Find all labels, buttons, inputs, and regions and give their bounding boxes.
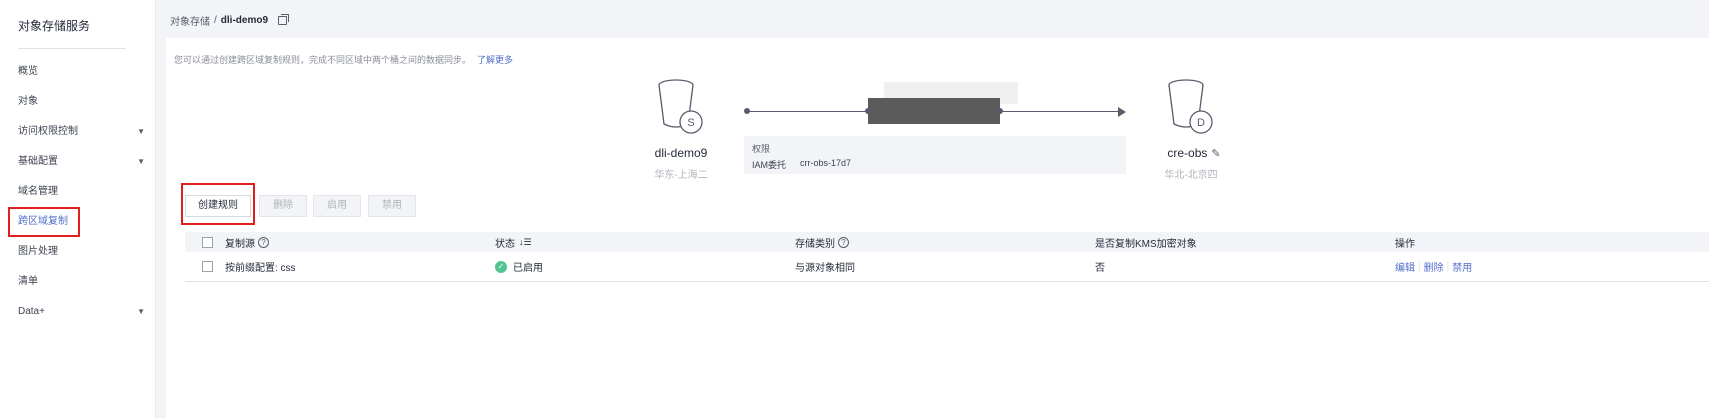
- chevron-down-icon: ▼: [137, 157, 145, 166]
- delete-link[interactable]: 删除: [1424, 259, 1444, 274]
- sidebar-item-inventory[interactable]: 清单: [0, 269, 155, 295]
- sidebar-item-basic-config[interactable]: 基础配置 ▼: [0, 149, 155, 175]
- target-bucket-region: 华北-北京四: [1164, 170, 1218, 181]
- target-bucket-name-wrapper: cre-obs ✎: [1154, 146, 1234, 160]
- help-icon[interactable]: ?: [838, 236, 849, 248]
- check-circle-icon: ✓: [495, 260, 507, 273]
- breadcrumb-current: dli-demo9: [220, 15, 269, 26]
- permission-label: IAM委托: [752, 160, 787, 170]
- breadcrumb: 对象存储 / dli-demo9: [170, 13, 290, 28]
- edit-link[interactable]: 编辑: [1395, 259, 1415, 274]
- sidebar-item-access-control[interactable]: 访问权限控制 ▼: [0, 119, 155, 145]
- edit-icon[interactable]: ✎: [1211, 147, 1220, 160]
- target-bucket-icon: D: [1164, 78, 1216, 136]
- row-operations: 编辑 | 删除 | 禁用: [1395, 252, 1472, 281]
- target-bucket-name: cre-obs: [1167, 146, 1208, 160]
- source-bucket-region: 华东-上海二: [654, 170, 708, 181]
- target-badge: D: [1197, 117, 1205, 129]
- select-all-checkbox[interactable]: [202, 236, 213, 248]
- sidebar-item-label: 图片处理: [18, 246, 58, 257]
- sidebar-divider: [18, 48, 126, 49]
- header-operations: 操作: [1395, 238, 1415, 250]
- sidebar-item-label: 对象: [18, 96, 38, 107]
- header-storage: 存储类别?: [795, 232, 849, 252]
- separator: |: [1418, 261, 1421, 272]
- disable-button[interactable]: 禁用: [368, 195, 416, 217]
- sidebar-item-cross-region-replication[interactable]: 跨区域复制: [8, 207, 80, 237]
- copy-icon[interactable]: [278, 14, 290, 25]
- row-kms: 否: [1095, 263, 1105, 274]
- row-status-label: 已启用: [513, 263, 543, 274]
- sidebar: 对象存储服务 概览 对象 访问权限控制 ▼ 基础配置 ▼ 域名管理 跨区域复制 图片…: [0, 0, 156, 418]
- tip-text: 您可以通过创建跨区域复制规则，完成不同区域中两个桶之间的数据同步。 了解更多: [174, 53, 513, 66]
- permission-title: 权限: [752, 144, 771, 154]
- row-storage: 与源对象相同: [795, 263, 855, 274]
- disable-link[interactable]: 禁用: [1452, 259, 1472, 274]
- header-source-label: 复制源: [225, 238, 255, 250]
- breadcrumb-separator: /: [214, 15, 217, 26]
- sidebar-item-label: 域名管理: [18, 186, 58, 197]
- sidebar-item-label: 访问权限控制: [18, 126, 78, 137]
- enable-button[interactable]: 启用: [313, 195, 361, 217]
- flow-line-right: [1000, 111, 1120, 112]
- delete-button[interactable]: 删除: [259, 195, 307, 217]
- flow-arrow-icon: [1118, 107, 1126, 117]
- sidebar-item-overview[interactable]: 概览: [0, 59, 155, 85]
- sidebar-item-label: Data+: [18, 306, 45, 317]
- sidebar-item-label: 跨区域复制: [18, 216, 68, 227]
- header-source: 复制源?: [225, 232, 269, 252]
- header-storage-label: 存储类别: [795, 238, 835, 250]
- sidebar-item-image-processing[interactable]: 图片处理: [0, 239, 155, 265]
- sidebar-item-data-plus[interactable]: Data+ ▼: [0, 299, 155, 325]
- sidebar-title: 对象存储服务: [18, 19, 91, 33]
- permission-box: 权限 IAM委托 crr-obs-17d7: [744, 136, 1126, 174]
- flow-dot: [865, 108, 871, 114]
- source-badge: S: [687, 117, 694, 129]
- create-rule-button[interactable]: 创建规则: [185, 195, 251, 217]
- separator: |: [1446, 261, 1450, 272]
- chevron-down-icon: ▼: [137, 127, 145, 136]
- permission-value: crr-obs-17d7: [800, 158, 852, 168]
- source-bucket-name: dli-demo9: [654, 146, 708, 160]
- replication-rule-box: [868, 98, 1000, 124]
- chevron-down-icon: ▼: [137, 307, 145, 316]
- sidebar-item-label: 基础配置: [18, 156, 58, 167]
- row-source: 按前缀配置: css: [225, 263, 296, 274]
- breadcrumb-parent[interactable]: 对象存储: [170, 13, 210, 28]
- header-kms: 是否复制KMS加密对象: [1095, 238, 1197, 250]
- sidebar-item-label: 清单: [18, 276, 38, 287]
- flow-line-left: [748, 111, 868, 112]
- row-select-cell: [202, 252, 213, 281]
- sidebar-item-objects[interactable]: 对象: [0, 89, 155, 115]
- row-checkbox[interactable]: [202, 261, 213, 272]
- table-header: 复制源? 状态 ↓☰ 存储类别? 是否复制KMS加密对象 操作: [185, 232, 1709, 252]
- replication-panel: 您可以通过创建跨区域复制规则，完成不同区域中两个桶之间的数据同步。 了解更多 S …: [166, 38, 1709, 418]
- main-content: 对象存储 / dli-demo9 您可以通过创建跨区域复制规则，完成不同区域中两…: [156, 0, 1709, 418]
- sort-icon[interactable]: ↓☰: [519, 237, 532, 248]
- header-status: 状态 ↓☰: [495, 232, 532, 252]
- help-icon[interactable]: ?: [258, 236, 269, 248]
- learn-more-link[interactable]: 了解更多: [477, 55, 513, 65]
- header-status-label: 状态: [495, 238, 515, 250]
- table-row: 按前缀配置: css ✓ 已启用 与源对象相同 否 编辑 | 删除 | 禁用: [185, 252, 1709, 282]
- select-all-cell: [202, 232, 213, 252]
- tip-message: 您可以通过创建跨区域复制规则，完成不同区域中两个桶之间的数据同步。: [174, 55, 472, 65]
- source-bucket-icon: S: [654, 78, 706, 136]
- row-status: ✓ 已启用: [495, 252, 543, 281]
- sidebar-item-label: 概览: [18, 66, 38, 77]
- sidebar-item-domain-management[interactable]: 域名管理: [0, 179, 155, 205]
